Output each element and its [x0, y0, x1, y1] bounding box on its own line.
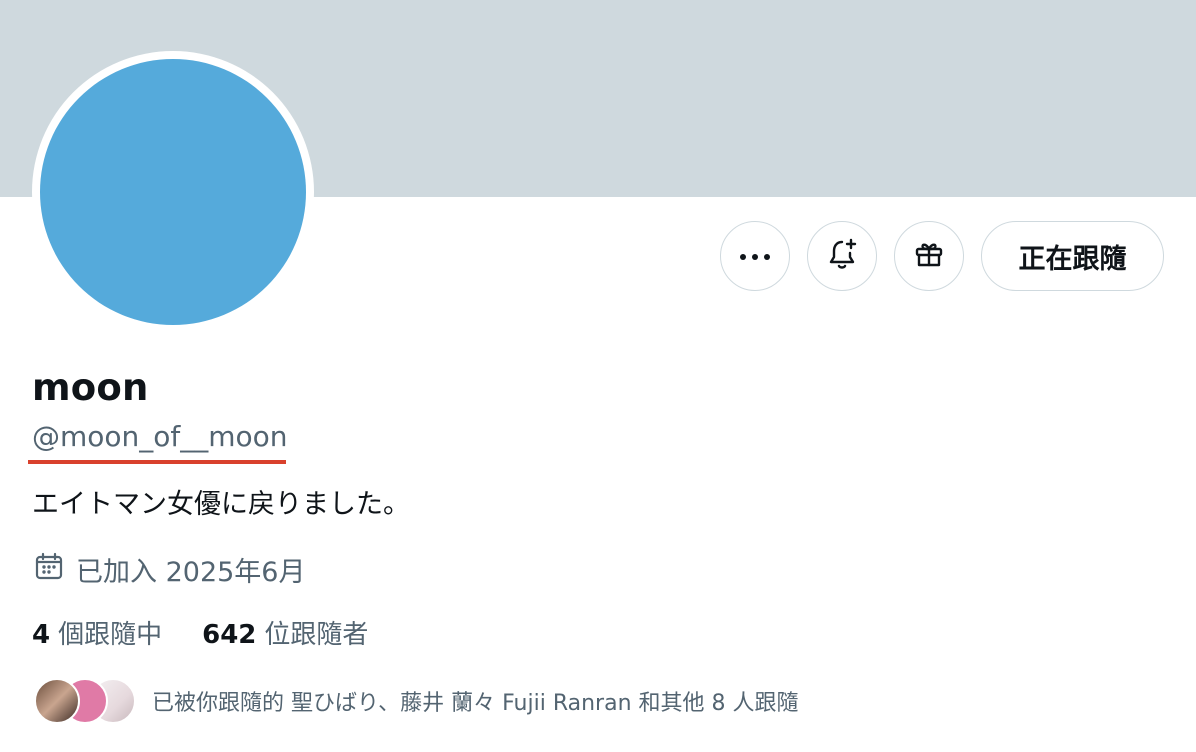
profile-actions: 正在跟隨: [720, 221, 1164, 291]
followers-you-know-text: 已被你跟隨的 聖ひばり、藤井 蘭々 Fujii Ranran 和其他 8 人跟隨: [152, 691, 799, 716]
followers-label: 位跟隨者: [264, 620, 369, 650]
handle-annotation-underline: [28, 460, 286, 464]
join-date: 已加入 2025年6月: [34, 550, 305, 589]
profile-bio: エイトマン女優に戻りました。: [32, 489, 410, 520]
profile-avatar[interactable]: [40, 59, 306, 325]
more-horizontal-icon: [738, 247, 772, 266]
following-button-label: 正在跟隨: [1018, 243, 1127, 275]
mutual-avatar: [34, 678, 80, 724]
following-stat[interactable]: 4 個跟隨中: [32, 614, 162, 651]
following-label: 個跟隨中: [58, 620, 163, 650]
gift-icon: [912, 237, 946, 275]
calendar-icon: [34, 551, 64, 588]
join-date-text: 已加入 2025年6月: [76, 557, 306, 588]
gift-button[interactable]: [894, 221, 964, 291]
followers-stat[interactable]: 642 位跟隨者: [202, 614, 368, 651]
profile-stats: 4 個跟隨中 642 位跟隨者: [32, 614, 368, 651]
following-button[interactable]: 正在跟隨: [981, 221, 1164, 291]
mutual-avatars: [34, 678, 136, 724]
followers-count: 642: [202, 620, 257, 650]
following-count: 4: [32, 620, 51, 650]
more-button[interactable]: [720, 221, 790, 291]
followers-you-know[interactable]: 已被你跟隨的 聖ひばり、藤井 蘭々 Fujii Ranran 和其他 8 人跟隨: [34, 678, 799, 724]
notify-button[interactable]: [807, 221, 877, 291]
user-handle: @moon_of__moon: [32, 420, 288, 453]
bell-plus-icon: [825, 237, 859, 275]
display-name: moon: [32, 366, 149, 409]
